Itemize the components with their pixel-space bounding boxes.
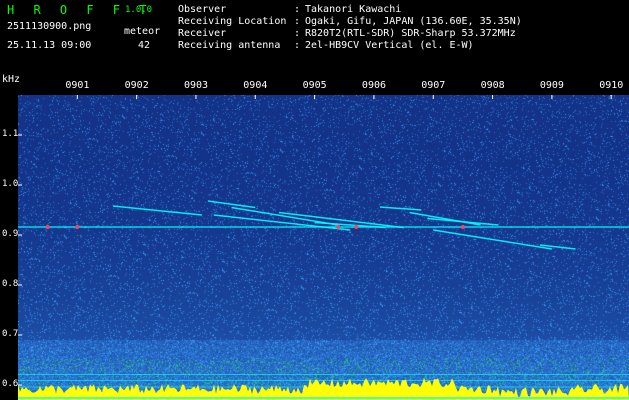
- x-tick-label: 0902: [124, 80, 149, 91]
- app-version: 1.0.0: [125, 5, 153, 15]
- observation-datetime: 25.11.13 09:00: [7, 40, 92, 51]
- x-tick-label: 0908: [480, 80, 505, 91]
- x-tick-label: 0903: [183, 80, 209, 91]
- meteor-trace: [427, 217, 499, 226]
- meteor-count-label: meteor: [124, 26, 161, 37]
- y-tick-label: 1.1: [2, 129, 19, 139]
- x-tick-label: 0905: [302, 80, 327, 91]
- info-separator: :: [294, 16, 301, 27]
- noise-floor: [18, 378, 629, 400]
- x-tick-label: 0904: [243, 80, 268, 91]
- info-value-receiver: R820T2(RTL-SDR) SDR-Sharp 53.372MHz: [305, 28, 516, 39]
- info-label-receiver: Receiver: [178, 28, 227, 39]
- meteor-trace: [433, 229, 553, 250]
- info-value-antenna: 2el-HB9CV Vertical (el. E-W): [305, 40, 474, 51]
- spectrogram-plot: [18, 95, 629, 400]
- meteor-trace: [207, 200, 256, 209]
- signal-hotspot: [75, 225, 80, 229]
- signal-hotspot: [354, 225, 359, 229]
- y-tick-label: 0.9: [2, 229, 19, 239]
- info-label-location: Receiving Location: [178, 16, 287, 27]
- info-separator: :: [294, 4, 301, 15]
- y-tick-label: 0.8: [2, 279, 19, 289]
- y-tick-label: 0.7: [2, 329, 19, 339]
- spectrogram-overlay: [18, 95, 629, 400]
- x-tick-label: 0909: [539, 80, 564, 91]
- info-label-antenna: Receiving antenna: [178, 40, 281, 51]
- info-label-observer: Observer: [178, 4, 227, 15]
- meteor-trace: [112, 205, 202, 216]
- info-separator: :: [294, 40, 301, 51]
- meteor-count-value: 42: [138, 40, 151, 51]
- image-filename: 2511130900.png: [7, 21, 92, 32]
- info-value-location: Ogaki, Gifu, JAPAN (136.60E, 35.35N): [305, 16, 522, 27]
- y-axis-unit: kHz: [2, 74, 21, 85]
- x-tick-label: 0910: [599, 80, 624, 91]
- info-value-observer: Takanori Kawachi: [305, 4, 402, 15]
- meteor-trace: [379, 206, 422, 211]
- signal-hotspot: [460, 225, 465, 229]
- signal-hotspot: [336, 225, 341, 229]
- y-tick-label: 1.0: [2, 179, 19, 189]
- y-tick-label: 0.6: [2, 379, 19, 389]
- info-separator: :: [294, 28, 301, 39]
- x-tick-label: 0907: [421, 80, 446, 91]
- signal-hotspot: [45, 225, 50, 229]
- x-tick-label: 0906: [361, 80, 387, 91]
- x-tick-label: 0901: [65, 80, 90, 91]
- meteor-trace: [278, 211, 404, 229]
